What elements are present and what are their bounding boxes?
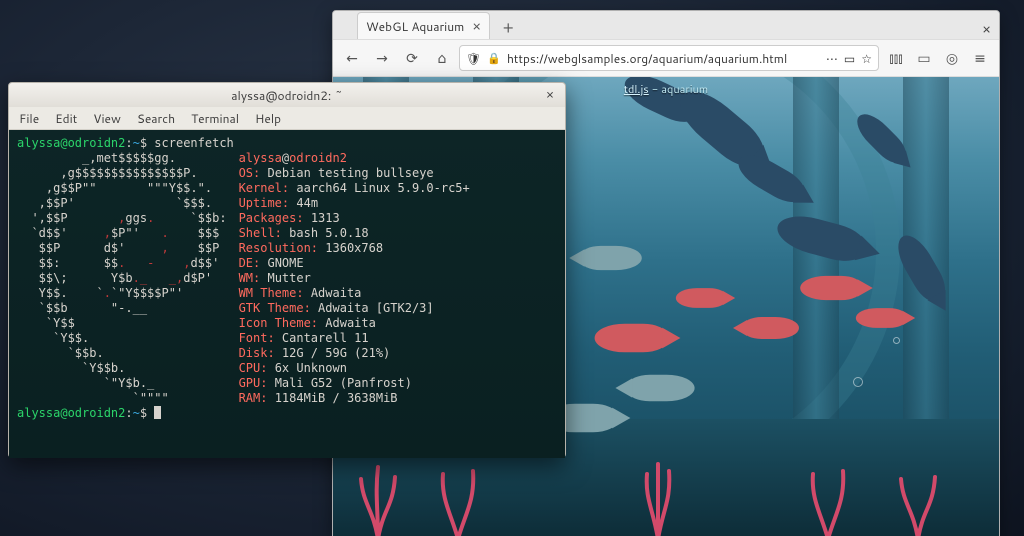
toolbar-right: ⫾⫾⫾ ▭ ◎ ≡ (883, 45, 993, 71)
terminal-menubar: File Edit View Search Terminal Help (9, 107, 565, 130)
sidebar-icon[interactable]: ▭ (911, 45, 937, 71)
overlay-link[interactable]: tdl.js (624, 81, 649, 97)
coral (433, 459, 483, 536)
menu-help[interactable]: Help (255, 110, 281, 127)
screenfetch-info: alyssa@odroidn2OS: Debian testing bullse… (239, 151, 557, 406)
browser-tab[interactable]: WebGL Aquarium × (357, 12, 490, 39)
address-bar[interactable]: 🛡 🔒 https://webglsamples.org/aquarium/aq… (459, 45, 879, 71)
prompt-line: alyssa@odroidn2:~$ screenfetch (17, 136, 557, 151)
menu-search[interactable]: Search (137, 110, 175, 127)
terminal-titlebar[interactable]: alyssa@odroidn2: ~ × (9, 83, 565, 107)
coral (633, 459, 683, 536)
prompt-line: alyssa@odroidn2:~$ (17, 406, 557, 421)
bookmark-star-icon[interactable]: ☆ (861, 50, 872, 67)
menu-terminal[interactable]: Terminal (191, 110, 239, 127)
coral (803, 459, 853, 536)
library-icon[interactable]: ⫾⫾⫾ (883, 45, 909, 71)
more-icon[interactable]: ⋯ (826, 50, 838, 67)
menu-view[interactable]: View (93, 110, 121, 127)
window-close-icon[interactable]: × (982, 19, 991, 39)
fish (800, 276, 862, 300)
terminal-body[interactable]: alyssa@odroidn2:~$ screenfetch _,met$$$$… (9, 130, 565, 458)
terminal-close-icon[interactable]: × (541, 86, 559, 104)
home-button[interactable]: ⌂ (429, 45, 455, 71)
tab-close-icon[interactable]: × (472, 16, 481, 36)
fish (743, 317, 799, 339)
tab-bar: WebGL Aquarium × + × (333, 11, 999, 39)
coral (353, 459, 403, 536)
bubble (893, 337, 900, 344)
fish (856, 308, 906, 328)
new-tab-button[interactable]: + (496, 15, 520, 39)
terminal-title-text: alyssa@odroidn2: ~ (231, 87, 342, 104)
url-text: https://webglsamples.org/aquarium/aquari… (507, 50, 787, 67)
fish (595, 324, 668, 353)
lock-icon: 🔒 (487, 50, 501, 66)
bubble (853, 377, 863, 387)
terminal-window: alyssa@odroidn2: ~ × File Edit View Sear… (8, 82, 566, 458)
shield-icon: 🛡 (466, 50, 481, 67)
tab-title: WebGL Aquarium (366, 18, 464, 35)
menu-icon[interactable]: ≡ (967, 45, 993, 71)
menu-edit[interactable]: Edit (55, 110, 77, 127)
fish (627, 375, 694, 401)
menu-file[interactable]: File (19, 110, 39, 127)
fish (580, 246, 642, 270)
cursor (154, 406, 161, 419)
reload-button[interactable]: ⟳ (399, 45, 425, 71)
forward-button[interactable]: → (369, 45, 395, 71)
back-button[interactable]: ← (339, 45, 365, 71)
reader-icon[interactable]: ▭ (844, 50, 855, 67)
ascii-art-debian-logo: _,met$$$$$gg. ,g$$$$$$$$$$$$$$$P. ,g$$P"… (17, 151, 227, 406)
toolbar: ← → ⟳ ⌂ 🛡 🔒 https://webglsamples.org/aqu… (333, 39, 999, 77)
desktop-background: WebGL Aquarium × + × ← → ⟳ ⌂ 🛡 🔒 https:/… (0, 0, 1024, 536)
account-icon[interactable]: ◎ (939, 45, 965, 71)
coral (893, 459, 943, 536)
fish (676, 288, 726, 308)
